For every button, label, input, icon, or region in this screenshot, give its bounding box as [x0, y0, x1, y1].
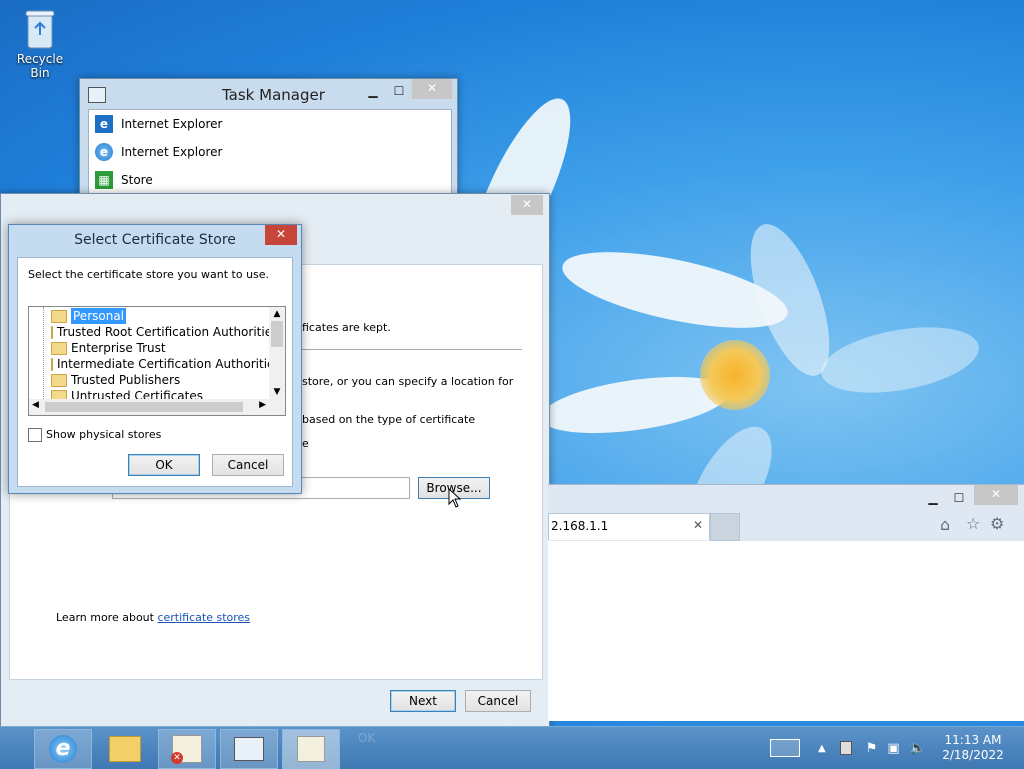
browser-minimize-button[interactable]: ▁	[920, 489, 946, 509]
task-manager-icon	[88, 87, 106, 103]
show-physical-stores-label: Show physical stores	[46, 428, 162, 441]
list-item[interactable]: ▦ Store	[89, 166, 451, 194]
action-center-icon[interactable]: ⚑	[866, 741, 878, 756]
home-icon[interactable]: ⌂	[940, 515, 950, 534]
wizard-text: based on the type of certificate	[302, 413, 476, 426]
taskbar: e ✕ OK ▲ ⚑ ▣ 🔈 11:13 AM 2/18/2022	[0, 726, 1024, 769]
next-button[interactable]: Next	[390, 690, 456, 712]
wizard-text: e	[302, 437, 309, 450]
cancel-button[interactable]: Cancel	[465, 690, 531, 712]
keyboard-icon[interactable]	[770, 739, 800, 757]
store-icon: ▦	[95, 171, 113, 189]
taskbar-certmgr-button[interactable]: ✕	[158, 729, 216, 769]
tab-close-icon[interactable]: ✕	[693, 518, 703, 532]
recycle-bin-icon	[23, 8, 57, 49]
tree-item-label: Trusted Publishers	[71, 373, 181, 387]
clock-time: 11:13 AM	[944, 733, 1002, 747]
tree-item-label: Trusted Root Certification Authorities	[57, 325, 279, 339]
hidden-ok-label: OK	[358, 731, 376, 745]
taskbar-wizard-button[interactable]	[282, 729, 340, 769]
new-tab-button[interactable]	[710, 513, 740, 541]
folder-icon	[109, 736, 141, 762]
certificate-store-tree[interactable]: Personal Trusted Root Certification Auth…	[28, 306, 286, 416]
taskbar-ie-button[interactable]: e	[34, 729, 92, 769]
browser-toolbar: ▁ ☐ ✕ 2.168.1.1 ✕ ⌂ ☆ ⚙	[548, 485, 1024, 541]
scroll-up-icon[interactable]: ▲	[269, 307, 285, 321]
ie-icon: e	[49, 735, 77, 763]
maximize-button[interactable]: ☐	[386, 82, 412, 102]
favorites-icon[interactable]: ☆	[966, 514, 980, 533]
list-item-label: Internet Explorer	[121, 117, 223, 131]
scroll-corner	[269, 399, 285, 415]
tree-item-label: Enterprise Trust	[71, 341, 166, 355]
tray-app-icon[interactable]	[839, 741, 852, 755]
tree-item[interactable]: Trusted Root Certification Authorities	[29, 324, 278, 340]
tree-item[interactable]: Personal	[29, 308, 269, 324]
tree-item[interactable]: Trusted Publishers	[29, 372, 269, 388]
wizard-text: ficates are kept.	[302, 321, 391, 334]
select-certificate-store-dialog: Select Certificate Store ✕ Select the ce…	[8, 224, 302, 494]
dialog-close-button[interactable]: ✕	[265, 225, 297, 245]
task-manager-title: Task Manager	[222, 86, 325, 104]
list-item[interactable]: e Internet Explorer	[89, 110, 451, 138]
scroll-left-icon[interactable]: ◀	[32, 400, 39, 410]
vertical-scrollbar[interactable]: ▲ ▼	[269, 307, 285, 399]
folder-icon	[51, 373, 67, 387]
folder-icon	[51, 309, 67, 323]
wizard-close-button[interactable]: ✕	[511, 195, 543, 215]
dialog-content: Select the certificate store you want to…	[17, 257, 293, 487]
browser-maximize-button[interactable]: ☐	[946, 489, 972, 509]
divider	[302, 349, 522, 350]
close-button[interactable]: ✕	[412, 79, 452, 99]
scroll-thumb[interactable]	[271, 321, 283, 347]
browser-tab-label: 2.168.1.1	[551, 519, 609, 533]
list-item-label: Store	[121, 173, 153, 187]
dialog-instruction: Select the certificate store you want to…	[28, 268, 270, 281]
task-manager-icon	[234, 737, 264, 761]
clock-date: 2/18/2022	[942, 748, 1004, 762]
tree-item[interactable]: Enterprise Trust	[29, 340, 269, 356]
browser-close-button[interactable]: ✕	[974, 485, 1018, 505]
list-item-label: Internet Explorer	[121, 145, 223, 159]
recycle-bin-label: Recycle Bin	[16, 52, 64, 80]
system-tray: ▲ ⚑ ▣ 🔈	[770, 727, 938, 769]
gear-icon[interactable]: ⚙	[990, 514, 1004, 533]
taskbar-explorer-button[interactable]	[96, 729, 154, 769]
volume-muted-icon[interactable]: 🔈	[910, 741, 926, 756]
show-hidden-icons-icon[interactable]: ▲	[818, 743, 826, 754]
dialog-title: Select Certificate Store	[74, 232, 236, 248]
list-item[interactable]: e Internet Explorer	[89, 138, 451, 166]
scroll-right-icon[interactable]: ▶	[259, 400, 266, 410]
taskbar-task-manager-button[interactable]	[220, 729, 278, 769]
show-physical-stores-checkbox[interactable]	[28, 428, 42, 442]
folder-icon	[51, 325, 53, 339]
learn-more-prefix: Learn more about	[56, 611, 158, 624]
browser-tab[interactable]: 2.168.1.1 ✕	[548, 513, 710, 540]
dialog-cancel-button[interactable]: Cancel	[212, 454, 284, 476]
ie-icon: e	[95, 143, 113, 161]
folder-icon	[51, 341, 67, 355]
mouse-cursor-icon	[448, 488, 462, 508]
learn-more-text: Learn more about certificate stores	[56, 611, 250, 624]
folder-icon	[51, 357, 53, 371]
network-icon[interactable]: ▣	[887, 741, 899, 756]
browser-window: ▁ ☐ ✕ 2.168.1.1 ✕ ⌂ ☆ ⚙	[548, 484, 1024, 721]
scroll-down-icon[interactable]: ▼	[269, 385, 285, 399]
certificate-stores-link[interactable]: certificate stores	[157, 611, 250, 624]
ie-metro-icon: e	[95, 115, 113, 133]
minimize-button[interactable]: ▁	[360, 82, 386, 102]
tree-item-label: Intermediate Certification Authorities	[57, 357, 281, 371]
wizard-text: store, or you can specify a location for	[302, 375, 514, 388]
tree-item[interactable]: Intermediate Certification Authorities	[29, 356, 281, 372]
show-physical-stores[interactable]: Show physical stores	[28, 428, 161, 442]
recycle-bin[interactable]: Recycle Bin	[6, 6, 74, 80]
tree-item-label: Personal	[71, 308, 127, 324]
scroll-thumb-h[interactable]	[45, 402, 243, 412]
clock[interactable]: 11:13 AM 2/18/2022	[940, 733, 1006, 763]
certificate-error-icon: ✕	[171, 735, 202, 764]
horizontal-scrollbar[interactable]: ◀ ▶	[29, 399, 269, 415]
ok-button[interactable]: OK	[128, 454, 200, 476]
certificate-import-icon	[297, 736, 325, 762]
task-manager-titlebar[interactable]: Task Manager ▁ ☐ ✕	[80, 79, 457, 109]
